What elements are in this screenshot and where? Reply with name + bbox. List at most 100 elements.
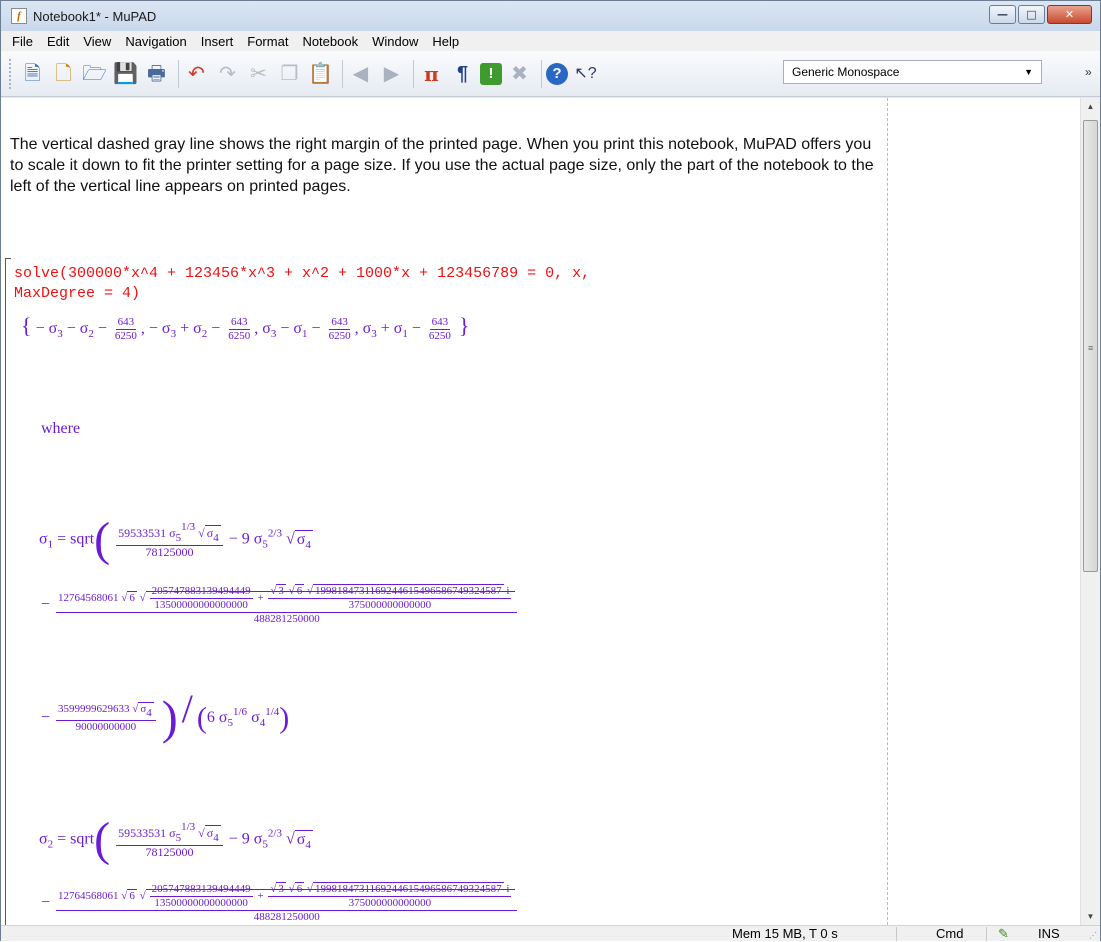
context-help-icon[interactable]: ↖? [572, 60, 599, 88]
new-editor-icon[interactable]: 🗋 [50, 60, 77, 88]
denominator-78125000: 78125000 [145, 545, 194, 559]
numerator-205747883139494449: 205747883139494449 [149, 585, 253, 599]
back-icon[interactable]: ◀ [347, 60, 374, 88]
status-bar: Mem 15 MB, T 0 s Cmd ✎ INS ⋰ [1, 925, 1100, 941]
fraction-numerator: 643 [329, 315, 350, 330]
menu-bar: File Edit View Navigation Insert Format … [1, 31, 1100, 51]
coeff-12764568061: 12764568061 [58, 592, 119, 605]
coeff-12764568061: 12764568061 [58, 890, 119, 903]
fraction-numerator: 643 [429, 315, 451, 330]
toolbar-grip [9, 58, 13, 89]
title-bar: f Notebook1* - MuPAD — □ ✕ [1, 1, 1100, 31]
fraction-denominator: 6250 [228, 329, 251, 342]
where-label: where [41, 420, 81, 437]
copy-icon[interactable]: ❐ [276, 60, 303, 88]
window-title: Notebook1* - MuPAD [33, 8, 157, 24]
denominator-488281250000: 488281250000 [253, 613, 320, 625]
mupad-app-icon: f [11, 8, 27, 24]
chevron-down-icon: ▼ [1024, 67, 1033, 77]
font-selector-value: Generic Monospace [792, 65, 900, 79]
close-button[interactable]: ✕ [1047, 5, 1092, 24]
sigma2-line2-partial: − 12764568061 √ 6 √ 205747883139494449 1350… [41, 882, 519, 924]
input-region-bracket [5, 258, 11, 925]
open-icon[interactable]: 🗁 [81, 60, 108, 88]
toolbar-separator [178, 59, 179, 88]
menu-view[interactable]: View [76, 34, 118, 49]
toolbar-overflow-icon[interactable]: » [1085, 65, 1092, 79]
fraction-numerator: 643 [229, 315, 250, 330]
menu-window[interactable]: Window [365, 34, 425, 49]
toolbar: 🗎 🗋 🗁 💾 🖶 ↶ ↷ ✂ ❐ 📋 ◀ ▶ π ¶ ! ✖ ? ↖? Gen… [1, 51, 1100, 97]
menu-file[interactable]: File [5, 34, 40, 49]
redo-icon[interactable]: ↷ [214, 60, 241, 88]
minimize-button[interactable]: — [989, 5, 1016, 24]
denominator-13500000000000000: 13500000000000000 [154, 897, 248, 909]
forward-icon[interactable]: ▶ [378, 60, 405, 88]
coeff-59533531: 59533531 [118, 526, 167, 540]
numerator-1998184731169244615496586749324587: 1998184731169244615496586749324587 [314, 585, 502, 597]
window-controls: — □ ✕ [987, 5, 1092, 24]
imaginary-unit: i [506, 883, 510, 895]
scroll-thumb[interactable]: ≡ [1083, 120, 1098, 572]
coeff-3599999629633: 3599999629633 [58, 702, 130, 715]
numerator-1998184731169244615496586749324587: 1998184731169244615496586749324587 [314, 883, 502, 895]
pencil-icon: ✎ [998, 926, 1009, 941]
stop-icon[interactable]: ✖ [506, 60, 533, 88]
numerator-205747883139494449: 205747883139494449 [149, 883, 253, 897]
fraction-denominator: 6250 [428, 329, 451, 342]
mupad-window: f Notebook1* - MuPAD — □ ✕ File Edit Vie… [0, 0, 1101, 941]
cut-icon[interactable]: ✂ [245, 60, 272, 88]
coeff-9: 9 [241, 530, 250, 548]
menu-edit[interactable]: Edit [40, 34, 76, 49]
denominator-375000000000000: 375000000000000 [348, 897, 432, 909]
sigma1-line2: − 12764568061 √ 6 √ 205747883139494449 1350… [41, 584, 519, 626]
help-icon[interactable]: ? [546, 62, 568, 85]
scroll-up-icon[interactable]: ▲ [1081, 98, 1100, 115]
denominator-13500000000000000: 13500000000000000 [154, 599, 248, 611]
denominator-488281250000: 488281250000 [253, 911, 320, 923]
fraction-numerator: 643 [115, 315, 137, 330]
print-icon[interactable]: 🖶 [143, 60, 170, 88]
memory-status: Mem 15 MB, T 0 s [732, 926, 838, 941]
notebook-document[interactable]: The vertical dashed gray line shows the … [1, 98, 1080, 925]
status-separator [896, 927, 897, 941]
insert-calculation-icon[interactable]: π [418, 60, 445, 88]
vertical-scrollbar[interactable]: ▲ ≡ ▼ [1080, 98, 1100, 925]
menu-navigation[interactable]: Navigation [118, 34, 193, 49]
mode-status: Cmd [936, 926, 964, 941]
evaluate-icon[interactable]: ! [480, 62, 502, 85]
denominator-78125000: 78125000 [145, 845, 194, 859]
command-input[interactable]: solve(300000*x^4 + 123456*x^3 + x^2 + 10… [14, 264, 874, 304]
fraction-denominator: 6250 [328, 329, 351, 342]
toolbar-separator [413, 59, 414, 88]
font-selector[interactable]: Generic Monospace ▼ [783, 60, 1042, 84]
menu-format[interactable]: Format [240, 34, 295, 49]
sigma2-line1: σ2 = sqrt( 59533531 σ51/3 √ σ4 78125000 − … [39, 813, 313, 866]
toolbar-separator [342, 59, 343, 88]
coeff-6: 6 [206, 709, 215, 726]
imaginary-unit: i [506, 585, 510, 597]
toolbar-separator [541, 59, 542, 88]
coeff-9: 9 [241, 830, 250, 848]
fraction-denominator: 6250 [114, 329, 137, 342]
undo-icon[interactable]: ↶ [183, 60, 210, 88]
new-notebook-icon[interactable]: 🗎 [19, 60, 46, 88]
menu-help[interactable]: Help [425, 34, 466, 49]
menu-notebook[interactable]: Notebook [295, 34, 365, 49]
print-margin-line [887, 98, 888, 925]
thumb-grip-icon: ≡ [1088, 343, 1094, 353]
save-icon[interactable]: 💾 [112, 60, 139, 88]
scroll-down-icon[interactable]: ▼ [1081, 908, 1100, 925]
paste-icon[interactable]: 📋 [307, 60, 334, 88]
menu-insert[interactable]: Insert [194, 34, 241, 49]
denominator-375000000000000: 375000000000000 [348, 599, 432, 611]
insert-mode-status: INS [1038, 926, 1060, 941]
status-separator [986, 927, 987, 941]
coeff-59533531: 59533531 [118, 826, 167, 840]
insert-text-icon[interactable]: ¶ [449, 60, 476, 88]
denominator-90000000000: 90000000000 [75, 720, 137, 733]
resize-grip-icon[interactable]: ⋰ [1089, 931, 1097, 940]
sigma1-line1: σ1 = sqrt( 59533531 σ51/3 √ σ4 78125000 − … [39, 513, 313, 566]
maximize-button[interactable]: □ [1018, 5, 1045, 24]
text-paragraph[interactable]: The vertical dashed gray line shows the … [10, 134, 880, 197]
